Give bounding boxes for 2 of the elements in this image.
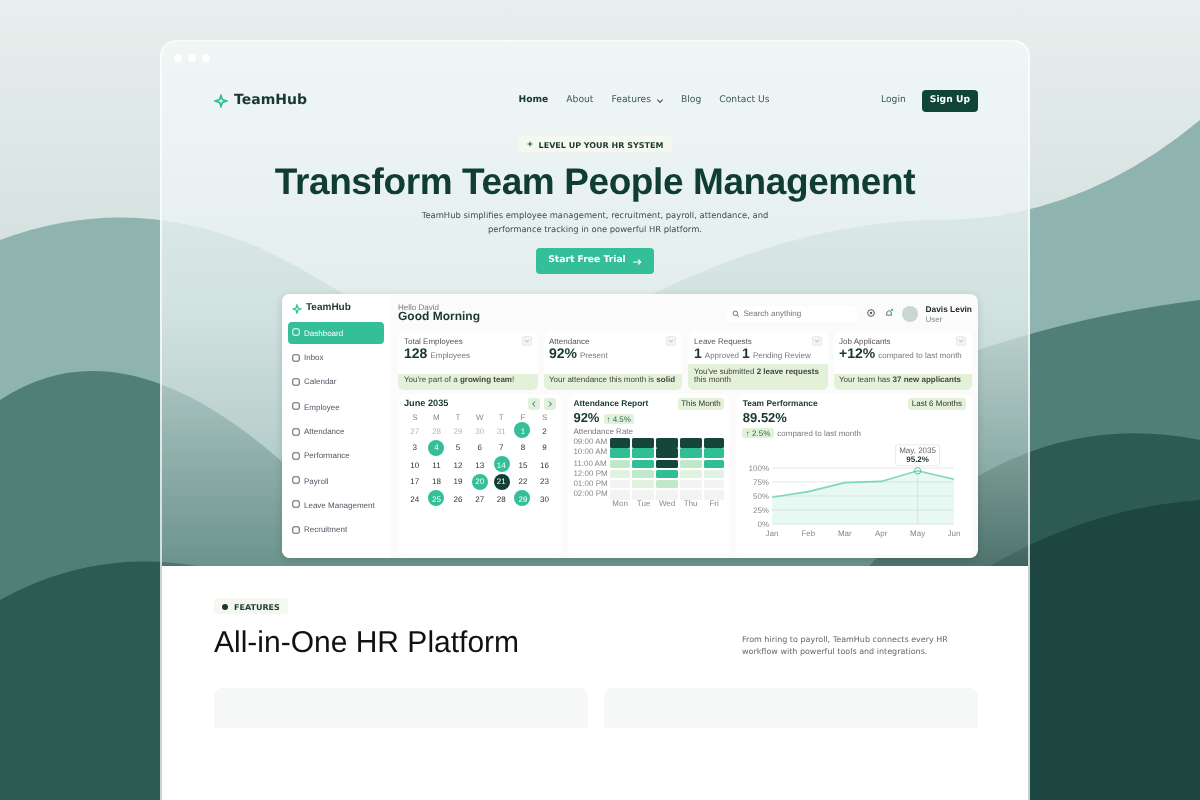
section-heading: All-in-One HR Platform bbox=[214, 626, 520, 660]
hero-heading: Transform Team People Management bbox=[274, 160, 916, 204]
